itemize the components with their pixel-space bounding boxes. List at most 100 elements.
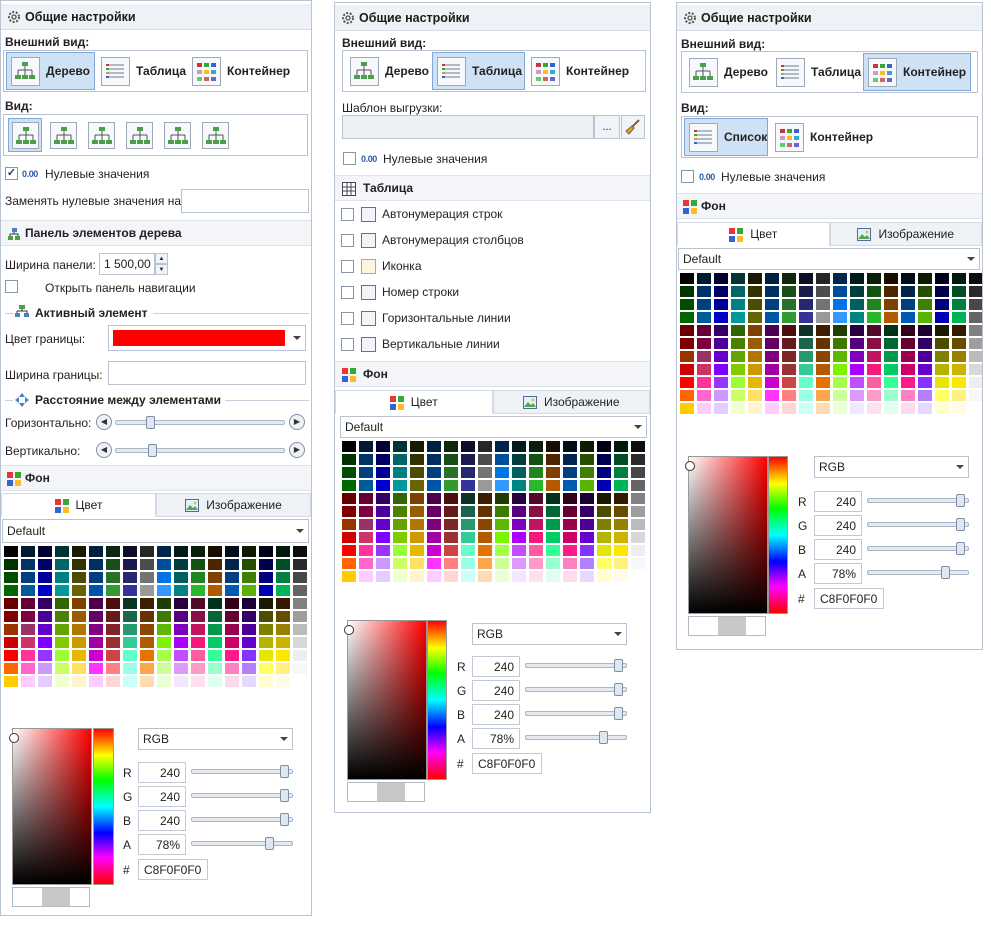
color-swatch[interactable] bbox=[393, 545, 407, 556]
color-swatch[interactable] bbox=[72, 611, 86, 622]
color-swatch[interactable] bbox=[935, 390, 949, 401]
color-swatch[interactable] bbox=[833, 286, 847, 297]
color-swatch[interactable] bbox=[123, 572, 137, 583]
color-model-select[interactable]: RGB bbox=[472, 623, 627, 645]
color-swatch[interactable] bbox=[123, 585, 137, 596]
option-horizontal-lines[interactable]: Горизонтальные линии bbox=[341, 308, 511, 328]
color-swatch[interactable] bbox=[495, 480, 509, 491]
color-swatch[interactable] bbox=[680, 403, 694, 414]
color-swatch[interactable] bbox=[850, 364, 864, 375]
color-swatch[interactable] bbox=[140, 572, 154, 583]
color-swatch[interactable] bbox=[697, 377, 711, 388]
color-swatch[interactable] bbox=[833, 403, 847, 414]
color-swatch[interactable] bbox=[21, 676, 35, 687]
color-swatch[interactable] bbox=[563, 571, 577, 582]
view-tree-up-button[interactable] bbox=[46, 118, 80, 152]
color-swatch[interactable] bbox=[697, 325, 711, 336]
color-swatch[interactable] bbox=[563, 545, 577, 556]
color-swatch[interactable] bbox=[680, 390, 694, 401]
hue-slider[interactable] bbox=[93, 728, 114, 885]
color-swatch[interactable] bbox=[208, 559, 222, 570]
color-swatch[interactable] bbox=[748, 286, 762, 297]
color-swatch[interactable] bbox=[631, 571, 645, 582]
color-swatch[interactable] bbox=[427, 480, 441, 491]
horizontal-increase-button[interactable]: ▶ bbox=[289, 414, 305, 430]
checkbox[interactable] bbox=[341, 337, 354, 351]
color-swatch[interactable] bbox=[157, 650, 171, 661]
color-swatch[interactable] bbox=[55, 663, 69, 674]
color-swatch[interactable] bbox=[140, 650, 154, 661]
color-swatch[interactable] bbox=[833, 351, 847, 362]
color-swatch[interactable] bbox=[765, 325, 779, 336]
color-swatch[interactable] bbox=[529, 532, 543, 543]
color-swatch[interactable] bbox=[4, 650, 18, 661]
color-swatch[interactable] bbox=[157, 585, 171, 596]
slider-thumb[interactable] bbox=[148, 444, 157, 457]
color-swatch[interactable] bbox=[580, 571, 594, 582]
color-swatch[interactable] bbox=[376, 532, 390, 543]
r-input[interactable]: 240 bbox=[814, 491, 862, 512]
slider-thumb[interactable] bbox=[956, 542, 965, 555]
color-swatch[interactable] bbox=[444, 454, 458, 465]
color-swatch[interactable] bbox=[106, 585, 120, 596]
color-swatch[interactable] bbox=[884, 286, 898, 297]
color-swatch[interactable] bbox=[393, 441, 407, 452]
color-swatch[interactable] bbox=[799, 286, 813, 297]
color-swatch[interactable] bbox=[461, 454, 475, 465]
color-swatch[interactable] bbox=[393, 480, 407, 491]
color-swatch[interactable] bbox=[140, 611, 154, 622]
r-slider[interactable] bbox=[191, 765, 293, 778]
color-swatch[interactable] bbox=[563, 519, 577, 530]
color-swatch[interactable] bbox=[359, 571, 373, 582]
color-swatch[interactable] bbox=[748, 377, 762, 388]
color-swatch[interactable] bbox=[123, 650, 137, 661]
color-swatch[interactable] bbox=[731, 312, 745, 323]
color-swatch[interactable] bbox=[850, 338, 864, 349]
color-swatch[interactable] bbox=[799, 364, 813, 375]
color-swatch[interactable] bbox=[55, 585, 69, 596]
color-swatch[interactable] bbox=[242, 585, 256, 596]
color-swatch[interactable] bbox=[444, 532, 458, 543]
color-swatch[interactable] bbox=[782, 299, 796, 310]
color-swatch[interactable] bbox=[106, 546, 120, 557]
color-swatch[interactable] bbox=[72, 559, 86, 570]
color-swatch[interactable] bbox=[631, 558, 645, 569]
color-swatch[interactable] bbox=[580, 454, 594, 465]
color-swatch[interactable] bbox=[631, 532, 645, 543]
color-swatch[interactable] bbox=[427, 519, 441, 530]
color-swatch[interactable] bbox=[72, 663, 86, 674]
color-swatch[interactable] bbox=[410, 441, 424, 452]
color-swatch[interactable] bbox=[276, 663, 290, 674]
color-swatch[interactable] bbox=[850, 351, 864, 362]
color-swatch[interactable] bbox=[461, 571, 475, 582]
saturation-value-picker[interactable] bbox=[344, 620, 427, 780]
color-swatch[interactable] bbox=[461, 506, 475, 517]
b-slider[interactable] bbox=[191, 813, 293, 826]
color-swatch[interactable] bbox=[444, 545, 458, 556]
color-swatch[interactable] bbox=[614, 545, 628, 556]
color-swatch[interactable] bbox=[952, 364, 966, 375]
appearance-table-button[interactable]: Таблица bbox=[96, 52, 186, 90]
color-swatch[interactable] bbox=[918, 403, 932, 414]
horizontal-decrease-button[interactable]: ◀ bbox=[96, 414, 112, 430]
color-swatch[interactable] bbox=[106, 637, 120, 648]
color-swatch[interactable] bbox=[614, 454, 628, 465]
color-swatch[interactable] bbox=[410, 493, 424, 504]
color-swatch[interactable] bbox=[495, 545, 509, 556]
color-swatch[interactable] bbox=[580, 558, 594, 569]
color-swatch[interactable] bbox=[72, 637, 86, 648]
color-swatch[interactable] bbox=[393, 532, 407, 543]
color-swatch[interactable] bbox=[529, 467, 543, 478]
color-swatch[interactable] bbox=[731, 338, 745, 349]
color-swatch[interactable] bbox=[529, 545, 543, 556]
color-swatch[interactable] bbox=[410, 558, 424, 569]
r-input[interactable]: 240 bbox=[472, 656, 520, 677]
color-swatch[interactable] bbox=[799, 299, 813, 310]
color-swatch[interactable] bbox=[89, 585, 103, 596]
color-swatch[interactable] bbox=[748, 390, 762, 401]
color-swatch[interactable] bbox=[444, 519, 458, 530]
color-swatch[interactable] bbox=[580, 545, 594, 556]
color-swatch[interactable] bbox=[935, 377, 949, 388]
tab-image[interactable]: Изображение bbox=[492, 390, 650, 414]
color-swatch[interactable] bbox=[850, 403, 864, 414]
